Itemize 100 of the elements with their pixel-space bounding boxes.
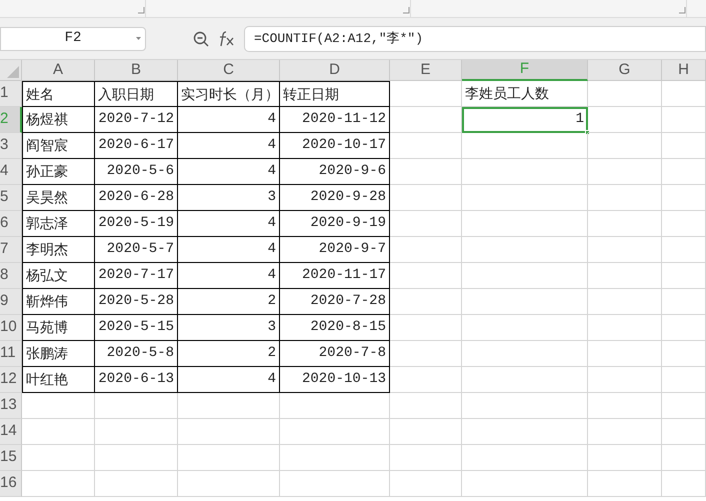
table-cell: 李明杰 xyxy=(22,237,95,263)
table-cell: 4 xyxy=(178,367,280,393)
table-cell: 叶红艳 xyxy=(22,367,95,393)
empty-cell xyxy=(662,133,706,159)
table-cell: 马苑博 xyxy=(22,315,95,341)
table-cell: 2020-11-17 xyxy=(280,263,390,289)
fill-handle[interactable] xyxy=(585,130,590,135)
table-cell: 郭志泽 xyxy=(22,211,95,237)
row-header[interactable]: 1 xyxy=(0,81,22,107)
table-cell: 杨弘文 xyxy=(22,263,95,289)
column-header[interactable]: A xyxy=(22,60,95,81)
empty-cell xyxy=(662,185,706,211)
empty-cell xyxy=(662,341,706,367)
empty-cell xyxy=(390,107,462,133)
table-cell: 杨煜祺 xyxy=(22,107,95,133)
table-cell: 靳烨伟 xyxy=(22,289,95,315)
table-cell: 2020-9-28 xyxy=(280,185,390,211)
table-cell: 姓名 xyxy=(22,81,95,107)
row-header[interactable]: 8 xyxy=(0,263,22,289)
empty-cell xyxy=(662,289,706,315)
zoom-icon[interactable] xyxy=(193,30,209,46)
empty-cell xyxy=(390,185,462,211)
table-cell: 4 xyxy=(178,133,280,159)
empty-cell xyxy=(662,393,706,419)
empty-cell xyxy=(390,315,462,341)
name-box[interactable]: F2 xyxy=(0,26,146,50)
row-header[interactable]: 4 xyxy=(0,159,22,185)
formula-field[interactable]: =COUNTIF(A2:A12,"李*") xyxy=(244,26,706,52)
column-header[interactable]: C xyxy=(178,60,280,81)
table-cell: 李姓员工人数 xyxy=(462,81,588,107)
table-cell: 2020-7-12 xyxy=(95,107,178,133)
table-cell: 2020-6-28 xyxy=(95,185,178,211)
table-cell: 2 xyxy=(178,289,280,315)
empty-cell xyxy=(390,341,462,367)
empty-cell xyxy=(662,159,706,185)
table-cell: 2020-6-13 xyxy=(95,367,178,393)
row-header[interactable]: 6 xyxy=(0,211,22,237)
table-cell: 2020-7-28 xyxy=(280,289,390,315)
table-cell: 2020-5-28 xyxy=(95,289,178,315)
row-header[interactable]: 16 xyxy=(0,471,22,497)
table-cell: 2020-9-6 xyxy=(280,159,390,185)
table-cell: 2020-5-15 xyxy=(95,315,178,341)
select-all-corner[interactable] xyxy=(0,60,22,81)
empty-cell xyxy=(390,419,462,445)
empty-cell xyxy=(390,133,462,159)
column-header[interactable]: E xyxy=(390,60,462,81)
row-header[interactable]: 3 xyxy=(0,133,22,159)
table-cell: 2020-10-17 xyxy=(280,133,390,159)
caret-icon xyxy=(136,37,141,40)
empty-cell xyxy=(390,367,462,393)
table-cell: 阎智宸 xyxy=(22,133,95,159)
table-cell: 孙正豪 xyxy=(22,159,95,185)
table-cell: 2020-8-15 xyxy=(280,315,390,341)
table-cell: 转正日期 xyxy=(280,81,390,107)
empty-cell xyxy=(390,237,462,263)
table-cell: 2020-9-19 xyxy=(280,211,390,237)
row-header[interactable]: 7 xyxy=(0,237,22,263)
corner-triangle-icon[interactable] xyxy=(7,66,19,78)
table-cell: 2020-10-13 xyxy=(280,367,390,393)
table-cell: 入职日期 xyxy=(95,81,178,107)
table-cell: 2020-5-8 xyxy=(95,341,178,367)
empty-cell xyxy=(390,471,462,497)
column-header[interactable]: H xyxy=(662,60,706,81)
empty-cell xyxy=(390,289,462,315)
table-cell: 实习时长（月） xyxy=(178,81,280,107)
dialog-launcher-icon[interactable] xyxy=(137,6,145,14)
table-cell: 4 xyxy=(178,211,280,237)
table-cell: 2020-6-17 xyxy=(95,133,178,159)
table-cell: 3 xyxy=(178,315,280,341)
row-header[interactable]: 11 xyxy=(0,341,22,367)
empty-cell xyxy=(662,211,706,237)
empty-cell xyxy=(662,237,706,263)
empty-cell xyxy=(662,367,706,393)
row-header[interactable]: 5 xyxy=(0,185,22,211)
table-cell: 2020-9-7 xyxy=(280,237,390,263)
table-cell: 4 xyxy=(178,263,280,289)
dialog-launcher-icon[interactable] xyxy=(402,6,410,14)
row-header[interactable]: 12 xyxy=(0,367,22,393)
table-cell: 4 xyxy=(178,159,280,185)
function-icon[interactable] xyxy=(218,30,236,46)
empty-cell xyxy=(390,211,462,237)
selected-cell: 1 xyxy=(462,107,588,133)
table-cell: 2020-5-19 xyxy=(95,211,178,237)
column-header[interactable]: G xyxy=(588,60,662,81)
row-header[interactable]: 10 xyxy=(0,315,22,341)
empty-cell xyxy=(662,315,706,341)
dialog-launcher-icon[interactable] xyxy=(678,6,686,14)
table-cell: 2 xyxy=(178,341,280,367)
row-header[interactable]: 9 xyxy=(0,289,22,315)
row-header[interactable]: 14 xyxy=(0,419,22,445)
empty-cell xyxy=(390,81,462,107)
empty-cell xyxy=(390,263,462,289)
column-header[interactable]: D xyxy=(280,60,390,81)
empty-cell xyxy=(662,471,706,497)
empty-cell xyxy=(390,393,462,419)
empty-cell xyxy=(662,81,706,107)
column-header[interactable]: B xyxy=(95,60,178,81)
row-header[interactable]: 13 xyxy=(0,393,22,419)
empty-cell xyxy=(390,159,462,185)
row-header[interactable]: 15 xyxy=(0,445,22,471)
